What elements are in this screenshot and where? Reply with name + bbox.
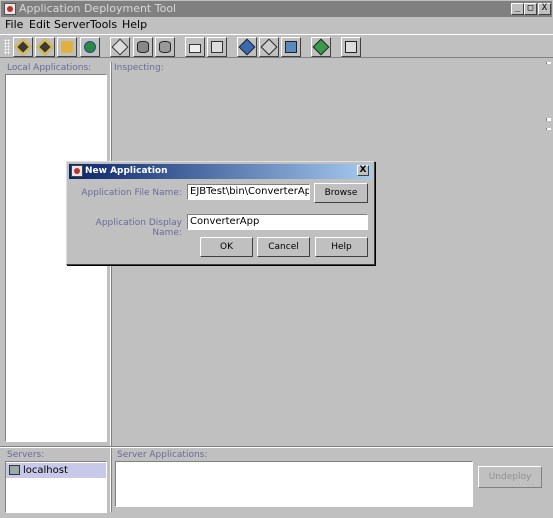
local-applications-label: Local Applications: [7,63,92,73]
new-component-button[interactable] [35,37,55,57]
close-button[interactable]: X [538,3,551,15]
main-window: Application Deployment Tool _ □ X File E… [0,0,553,518]
maximize-button[interactable]: □ [524,3,537,15]
menu-file[interactable]: File [5,17,23,33]
title-bar: Application Deployment Tool _ □ X [1,1,552,17]
verify-icon [312,38,330,56]
right-edge-mark [546,128,551,130]
app-icon [4,3,16,15]
menu-edit[interactable]: Edit [29,17,50,33]
open-button[interactable] [57,37,77,57]
new-application-icon [14,38,32,56]
server-applications-label: Server Applications: [117,450,208,460]
edit-button[interactable] [237,37,257,57]
lower-vertical-splitter[interactable] [110,448,112,512]
deploy-db-icon [159,41,171,53]
undeploy-button[interactable]: Undeploy [478,466,542,488]
inspecting-label: Inspecting: [114,63,164,73]
file-name-label: Application File Name: [81,188,182,198]
add-icon [111,38,129,56]
edit-icon [238,38,256,56]
verify-button[interactable] [311,37,331,57]
edit-properties-icon [260,38,278,56]
folder-icon [189,44,201,53]
servers-list[interactable]: localhost [5,461,107,513]
copy-icon [345,41,357,53]
dialog-title-bar: New Application X [69,164,372,179]
servers-label: Servers: [7,450,45,460]
dialog-title: New Application [85,166,168,176]
toolbar-grip[interactable] [4,39,10,55]
menu-tools[interactable]: Tools [90,17,117,33]
back-button[interactable] [281,37,301,57]
display-name-input[interactable]: ConverterApp [187,214,368,230]
database-button[interactable] [133,37,153,57]
save-icon [211,41,223,53]
deploy-db-button[interactable] [155,37,175,57]
folder-button[interactable] [185,37,205,57]
new-application-dialog: New Application X Application File Name:… [66,161,375,265]
toolbar [0,34,553,58]
right-edge-mark [546,118,551,121]
window-title: Application Deployment Tool [19,2,177,15]
server-name: localhost [23,465,68,476]
dialog-close-button[interactable]: X [357,165,369,176]
minimize-button[interactable]: _ [511,3,524,15]
add-button[interactable] [110,37,130,57]
menu-help[interactable]: Help [122,17,147,33]
globe-icon [84,41,96,53]
cancel-button[interactable]: Cancel [257,237,310,257]
save-button[interactable] [207,37,227,57]
right-edge-mark [546,62,551,64]
open-icon [61,41,73,53]
ok-button[interactable]: OK [200,237,253,257]
server-applications-list[interactable] [115,461,473,507]
display-name-label: Application Display Name: [95,218,182,238]
new-component-icon [36,38,54,56]
edit-properties-button[interactable] [259,37,279,57]
horizontal-splitter[interactable] [0,446,553,448]
dialog-app-icon [71,165,83,177]
file-name-input[interactable]: EJBTest\bin\ConverterApp.ear [187,184,310,200]
globe-button[interactable] [80,37,100,57]
help-button[interactable]: Help [315,237,368,257]
server-icon [9,465,20,475]
menu-server[interactable]: Server [54,17,90,33]
copy-button[interactable] [341,37,361,57]
menu-bar: File Edit Server Tools Help [0,17,553,33]
browse-button[interactable]: Browse [314,183,368,203]
server-row-localhost[interactable]: localhost [6,463,106,478]
new-application-button[interactable] [13,37,33,57]
database-icon [137,41,149,53]
back-icon [285,41,297,53]
